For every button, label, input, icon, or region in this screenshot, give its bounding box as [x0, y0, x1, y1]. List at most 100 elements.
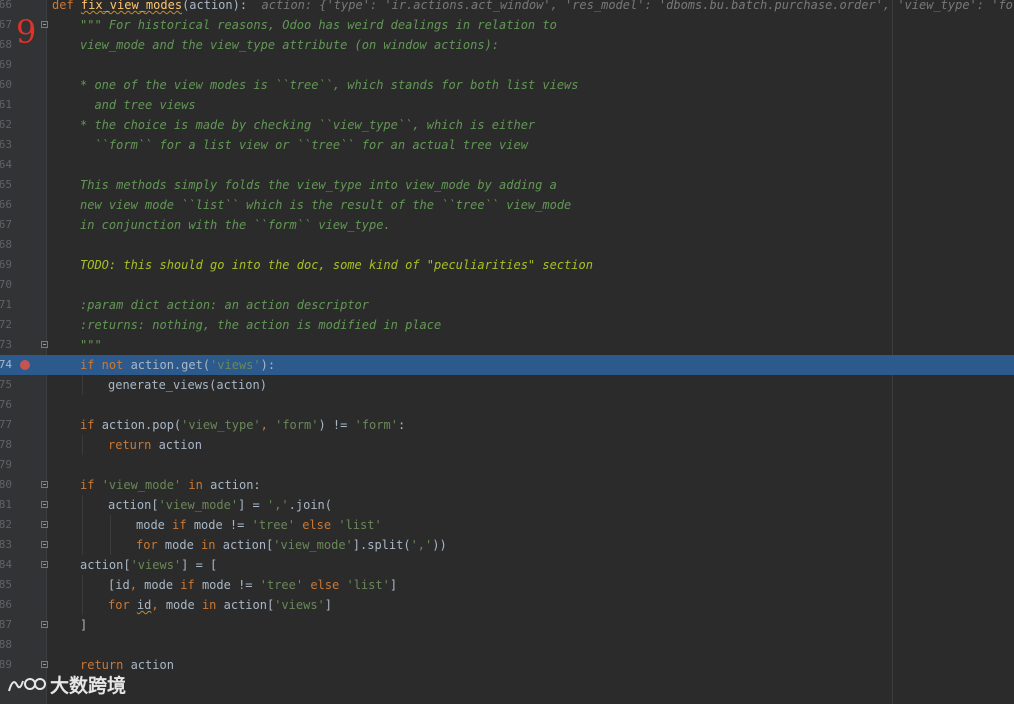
line-number[interactable]: 76 — [0, 395, 12, 415]
line-number[interactable]: 74 — [0, 355, 12, 375]
code-line[interactable]: 60 * one of the view modes is ``tree``, w… — [0, 75, 1014, 95]
code-token: in conjunction with the ``form`` view_ty… — [80, 218, 391, 232]
code-line[interactable]: 89 return action — [0, 655, 1014, 675]
code-line[interactable]: 69 — [0, 55, 1014, 75]
line-number[interactable]: 69 — [0, 55, 12, 75]
line-number[interactable]: 61 — [0, 95, 12, 115]
fold-toggle-icon[interactable] — [41, 501, 48, 508]
line-number[interactable]: 83 — [0, 535, 12, 555]
line-number[interactable]: 60 — [0, 75, 12, 95]
code-line[interactable]: 71:param dict action: an action descript… — [0, 295, 1014, 315]
line-number[interactable]: 65 — [0, 175, 12, 195]
code-text: generate_views(action) — [108, 375, 267, 395]
line-number[interactable]: 71 — [0, 295, 12, 315]
code-text: * the choice is made by checking ``view_… — [80, 115, 535, 135]
code-token: 'views' — [210, 358, 261, 372]
line-number[interactable]: 68 — [0, 35, 12, 55]
line-number[interactable]: 75 — [0, 375, 12, 395]
code-token: mode — [165, 598, 202, 612]
line-number[interactable]: 80 — [0, 475, 12, 495]
line-number[interactable]: 85 — [0, 575, 12, 595]
code-line[interactable]: 86 for id, mode in action['views'] — [0, 595, 1014, 615]
code-line[interactable]: 63 ``form`` for a list view or ``tree`` … — [0, 135, 1014, 155]
fold-toggle-icon[interactable] — [41, 541, 48, 548]
line-number[interactable]: 62 — [0, 115, 12, 135]
code-text: for mode in action['view_mode'].split(',… — [136, 535, 447, 555]
code-text: if not action.get('views'): — [80, 355, 275, 375]
code-line[interactable]: 85 [id, mode if mode != 'tree' else 'list… — [0, 575, 1014, 595]
code-line[interactable]: 67 in conjunction with the ``form`` view_… — [0, 215, 1014, 235]
indent-guide — [110, 535, 111, 555]
code-line[interactable]: 62 * the choice is made by checking ``vie… — [0, 115, 1014, 135]
fold-toggle-icon[interactable] — [41, 521, 48, 528]
code-line[interactable]: 64 — [0, 155, 1014, 175]
code-line[interactable]: 79 — [0, 455, 1014, 475]
code-token: return — [108, 438, 159, 452]
indent-guide — [82, 535, 83, 555]
code-line[interactable]: 70 — [0, 275, 1014, 295]
line-number[interactable]: 69 — [0, 255, 12, 275]
line-number[interactable]: 67 — [0, 15, 12, 35]
code-token: 'tree' — [251, 518, 295, 532]
line-number[interactable]: 77 — [0, 415, 12, 435]
code-line[interactable]: 75 generate_views(action) — [0, 375, 1014, 395]
line-number[interactable]: 87 — [0, 615, 12, 635]
code-line[interactable]: 66 def fix_view_modes(action): action: {'… — [0, 0, 1014, 15]
code-token: for — [108, 598, 137, 612]
line-number[interactable]: 82 — [0, 515, 12, 535]
code-line[interactable]: 80 if 'view_mode' in action: — [0, 475, 1014, 495]
code-line[interactable]: 68 — [0, 235, 1014, 255]
fold-toggle-icon[interactable] — [41, 481, 48, 488]
code-line[interactable]: 73 """ — [0, 335, 1014, 355]
code-line[interactable]: 83 for mode in action['view_mode'].split(… — [0, 535, 1014, 555]
code-line[interactable]: 88 — [0, 635, 1014, 655]
code-token: ] — [389, 578, 398, 592]
fold-toggle-icon[interactable] — [41, 661, 48, 668]
code-token: else — [294, 518, 339, 532]
code-line[interactable]: 78 return action — [0, 435, 1014, 455]
code-line[interactable]: 67 """ For historical reasons, Odoo has w… — [0, 15, 1014, 35]
code-line[interactable]: 77 if action.pop('view_type', 'form') != … — [0, 415, 1014, 435]
line-number[interactable]: 81 — [0, 495, 12, 515]
line-number[interactable]: 73 — [0, 335, 12, 355]
code-line[interactable]: 69 TODO: this should go into the doc, som… — [0, 255, 1014, 275]
fold-toggle-icon[interactable] — [41, 621, 48, 628]
fold-toggle-icon[interactable] — [41, 561, 48, 568]
line-number[interactable]: 78 — [0, 435, 12, 455]
line-number[interactable]: 63 — [0, 135, 12, 155]
line-number[interactable]: 67 — [0, 215, 12, 235]
line-number[interactable]: 86 — [0, 595, 12, 615]
breakpoint-icon[interactable] — [20, 360, 30, 370]
line-number[interactable]: 70 — [0, 275, 12, 295]
code-line[interactable]: 81 action['view_mode'] = ','.join( — [0, 495, 1014, 515]
code-line[interactable]: 72 :returns: nothing, the action is modif… — [0, 315, 1014, 335]
code-token: action — [158, 438, 202, 452]
code-line[interactable]: 68 view_mode and the view_type attribute … — [0, 35, 1014, 55]
line-number[interactable]: 68 — [0, 235, 12, 255]
code-text: view_mode and the view_type attribute (o… — [80, 35, 499, 55]
line-number[interactable]: 88 — [0, 635, 12, 655]
line-number[interactable]: 79 — [0, 455, 12, 475]
line-number[interactable]: 72 — [0, 315, 12, 335]
line-number[interactable]: 66 — [0, 195, 12, 215]
code-token: else — [303, 578, 347, 592]
fold-toggle-icon[interactable] — [41, 341, 48, 348]
code-text: and tree views — [80, 95, 195, 115]
code-line[interactable]: 82 mode if mode != 'tree' else 'list' — [0, 515, 1014, 535]
code-text: :returns: nothing, the action is modifie… — [80, 315, 441, 335]
code-line-current[interactable]: 74 if not action.get('views'): — [0, 355, 1014, 375]
code-line[interactable]: 65 This methods simply folds the view_typ… — [0, 175, 1014, 195]
line-number[interactable]: 84 — [0, 555, 12, 575]
code-line[interactable]: 84 action['views'] = [ — [0, 555, 1014, 575]
code-token: fix_view_modes — [80, 0, 183, 12]
line-number[interactable]: 64 — [0, 155, 12, 175]
code-line[interactable]: 61 and tree views — [0, 95, 1014, 115]
code-line[interactable]: 66 new view mode ``list`` which is the re… — [0, 195, 1014, 215]
code-editor[interactable]: 66 def fix_view_modes(action): action: {'… — [0, 0, 1014, 675]
line-number[interactable]: 66 — [0, 0, 12, 15]
code-line[interactable]: 87] — [0, 615, 1014, 635]
fold-toggle-icon[interactable] — [41, 21, 48, 28]
code-line[interactable]: 76 — [0, 395, 1014, 415]
code-token: )) — [432, 538, 447, 552]
code-token: if — [80, 418, 102, 432]
